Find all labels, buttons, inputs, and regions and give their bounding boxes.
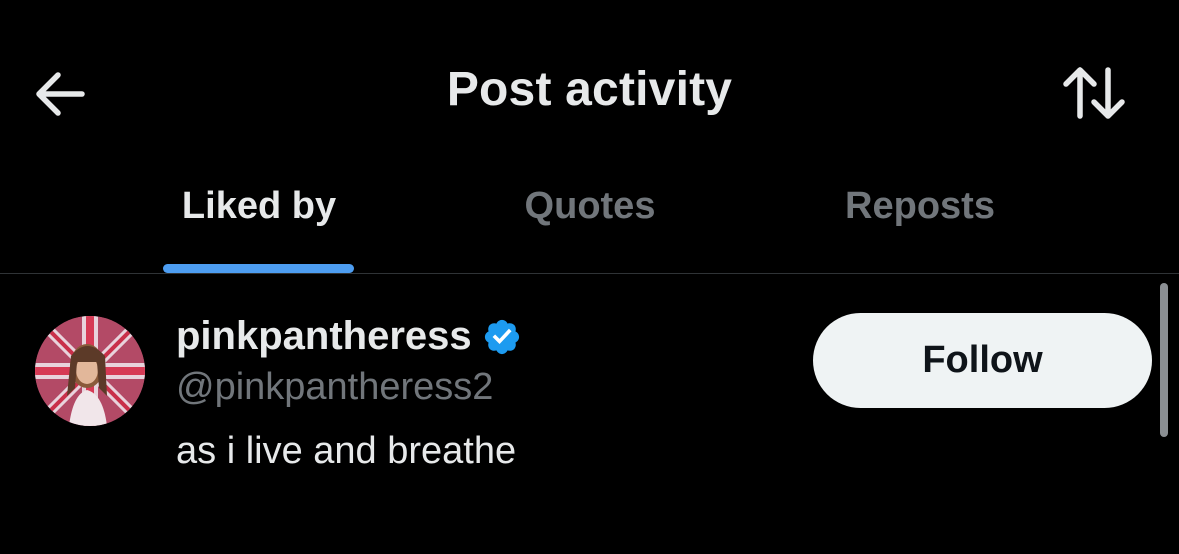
- tab-quotes[interactable]: Quotes: [470, 175, 710, 273]
- user-handle: @pinkpantheress2: [176, 366, 494, 408]
- sort-arrows-icon: [1063, 67, 1125, 119]
- tab-reposts[interactable]: Reposts: [800, 175, 1040, 273]
- tab-label: Liked by: [181, 185, 337, 227]
- sort-button[interactable]: [1060, 60, 1130, 126]
- display-name: pinkpantheress: [176, 314, 472, 358]
- user-name-line: pinkpantheress: [176, 314, 522, 359]
- active-tab-indicator: [163, 264, 354, 273]
- avatar[interactable]: [35, 316, 145, 426]
- tab-label: Quotes: [524, 185, 656, 227]
- avatar-image: [35, 316, 145, 426]
- tab-label: Reposts: [845, 185, 995, 227]
- user-row[interactable]: pinkpantheress @pinkpantheress2 as i liv…: [0, 274, 1179, 554]
- tab-liked-by[interactable]: Liked by: [140, 175, 378, 273]
- page-title: Post activity: [446, 63, 733, 116]
- follow-button[interactable]: Follow: [813, 313, 1152, 408]
- activity-tabs: Liked by Quotes Reposts: [0, 175, 1179, 273]
- top-bar: Post activity: [0, 0, 1179, 185]
- verified-badge-icon: [484, 319, 519, 354]
- scrollbar[interactable]: [1160, 283, 1168, 437]
- user-bio: as i live and breathe: [176, 430, 517, 472]
